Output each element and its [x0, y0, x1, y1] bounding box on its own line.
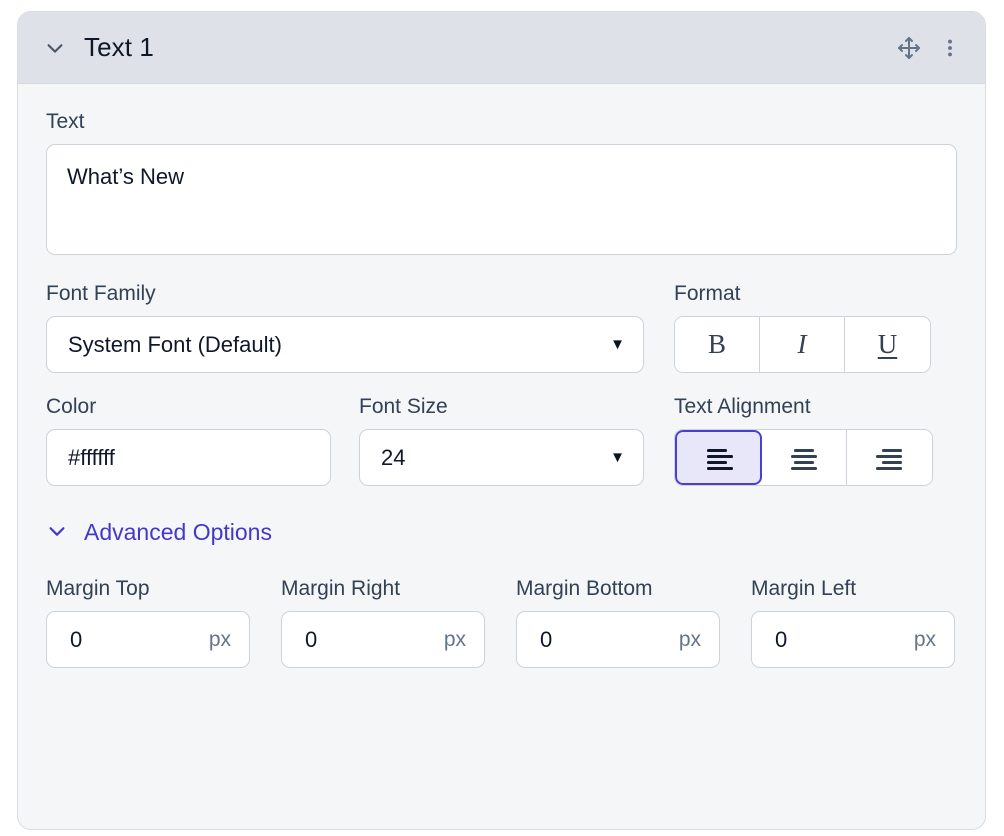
text-field-group: Text — [46, 110, 957, 260]
color-group: Color — [46, 395, 331, 487]
move-icon[interactable] — [897, 36, 921, 60]
chevron-down-icon[interactable] — [44, 37, 66, 59]
font-size-label: Font Size — [359, 395, 448, 419]
color-input[interactable] — [47, 430, 330, 486]
chevron-down-icon: ▼ — [610, 449, 625, 467]
color-size-align-row: Color Font Size 24 ▼ Text Alignment — [46, 395, 955, 487]
underline-button[interactable]: U — [845, 317, 930, 373]
margin-bottom-unit: px — [678, 627, 701, 651]
font-family-value: System Font (Default) — [68, 331, 282, 357]
margin-top-group: Margin Top px — [46, 577, 250, 669]
text-input[interactable] — [46, 144, 957, 256]
panel-body: Text Font Family System Font (Default) ▼… — [18, 84, 985, 669]
align-center-button[interactable] — [762, 430, 847, 486]
chevron-down-icon — [46, 520, 68, 545]
margin-left-field: px — [751, 611, 955, 669]
text-block-settings-card: Text 1 Text What’s New Font Family Syste… — [17, 11, 986, 830]
margin-top-unit: px — [208, 627, 231, 651]
text-alignment-group: Text Alignment — [674, 395, 933, 487]
align-left-icon — [706, 448, 733, 470]
chevron-down-icon: ▼ — [610, 336, 625, 354]
font-size-select[interactable]: 24 ▼ — [359, 429, 644, 487]
margin-top-field: px — [46, 611, 250, 669]
more-vertical-icon[interactable] — [939, 37, 961, 59]
align-right-icon — [875, 448, 902, 470]
underline-glyph: U — [877, 329, 898, 360]
align-right-button[interactable] — [847, 430, 932, 486]
format-button-group: B I U — [674, 316, 931, 374]
advanced-options-label: Advanced Options — [84, 519, 272, 546]
margin-left-label: Margin Left — [751, 577, 857, 601]
text-alignment-button-group — [674, 429, 933, 487]
italic-button[interactable]: I — [760, 317, 845, 373]
panel-header: Text 1 — [18, 12, 985, 84]
format-group: Format B I U — [674, 282, 931, 374]
panel-header-actions — [897, 36, 961, 60]
color-label: Color — [46, 395, 97, 419]
font-format-row: Font Family System Font (Default) ▼ Form… — [46, 282, 955, 374]
advanced-options-row: Advanced Options — [46, 519, 955, 546]
italic-glyph: I — [797, 329, 807, 360]
bold-button[interactable]: B — [675, 317, 760, 373]
align-left-button[interactable] — [675, 430, 762, 486]
margin-left-input[interactable] — [773, 625, 906, 654]
text-label: Text — [46, 110, 85, 133]
margin-right-input[interactable] — [303, 625, 436, 654]
margin-left-unit: px — [913, 627, 936, 651]
format-label: Format — [674, 282, 741, 306]
margin-bottom-group: Margin Bottom px — [516, 577, 720, 669]
text-alignment-label: Text Alignment — [674, 395, 811, 419]
advanced-options-toggle[interactable]: Advanced Options — [46, 519, 272, 546]
margin-top-label: Margin Top — [46, 577, 150, 601]
panel-header-left: Text 1 — [44, 32, 154, 63]
page-title: Text 1 — [84, 32, 154, 62]
align-center-icon — [791, 448, 817, 470]
bold-glyph: B — [707, 329, 726, 360]
margin-left-group: Margin Left px — [751, 577, 955, 669]
font-family-group: Font Family System Font (Default) ▼ — [46, 282, 644, 374]
margin-top-input[interactable] — [68, 625, 201, 654]
font-size-group: Font Size 24 ▼ — [359, 395, 644, 487]
margin-bottom-field: px — [516, 611, 720, 669]
margin-bottom-input[interactable] — [538, 625, 671, 654]
margins-grid: Margin Top px Margin Right px Margin Bot… — [46, 577, 955, 669]
margin-right-label: Margin Right — [281, 577, 401, 601]
margin-right-unit: px — [443, 627, 466, 651]
margin-right-field: px — [281, 611, 485, 669]
font-family-select[interactable]: System Font (Default) ▼ — [46, 316, 644, 374]
font-size-value: 24 — [381, 444, 406, 470]
margin-right-group: Margin Right px — [281, 577, 485, 669]
color-field — [46, 429, 331, 487]
margin-bottom-label: Margin Bottom — [516, 577, 653, 601]
font-family-label: Font Family — [46, 282, 156, 306]
